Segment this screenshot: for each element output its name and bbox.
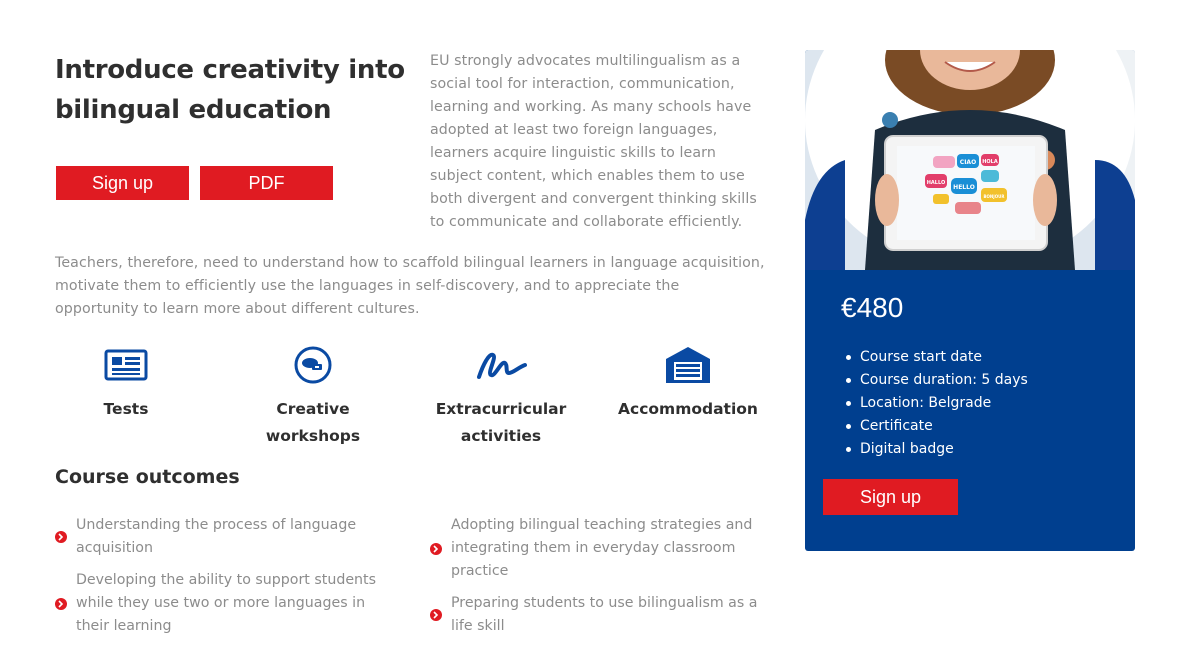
course-detail-item: Certificate (841, 415, 1028, 438)
course-outcomes-title: Course outcomes (55, 466, 240, 488)
outcome-item: Understanding the process of language ac… (55, 514, 385, 560)
course-detail-text: Certificate (860, 418, 933, 434)
course-details-list: Course start date Course duration: 5 day… (841, 346, 1028, 461)
course-detail-item: Course duration: 5 days (841, 369, 1028, 392)
garage-icon (613, 342, 763, 388)
outcome-text: Developing the ability to support studen… (76, 572, 377, 634)
chevron-right-icon (55, 597, 67, 610)
outcome-item: Adopting bilingual teaching strategies a… (430, 514, 770, 583)
course-price: €480 (841, 292, 904, 323)
course-detail-item: Location: Belgrade (841, 392, 1028, 415)
feature-creative-workshops: Creative workshops (238, 342, 388, 450)
bubble-text: HALLO (927, 180, 946, 186)
bullet-icon (846, 378, 851, 383)
feature-label: Accommodation (618, 400, 758, 418)
signup-button[interactable]: Sign up (56, 166, 189, 200)
bullet-icon (846, 401, 851, 406)
teachers-paragraph: Teachers, therefore, need to understand … (55, 255, 765, 317)
bubble-text: BONJOUR (983, 194, 1004, 199)
outcome-text: Preparing students to use bilingualism a… (451, 595, 758, 634)
feature-label: Creative workshops (265, 400, 361, 445)
course-price-card: CIAO HOLA HALLO HELLO BONJOUR €480 Cours… (805, 50, 1135, 551)
course-detail-text: Course duration: 5 days (860, 372, 1028, 388)
course-photo: CIAO HOLA HALLO HELLO BONJOUR (805, 50, 1135, 270)
outcome-item: Preparing students to use bilingualism a… (430, 592, 770, 638)
course-detail-item: Course start date (841, 346, 1028, 369)
bullet-icon (846, 447, 851, 452)
bullet-icon (846, 424, 851, 429)
card-signup-button[interactable]: Sign up (823, 479, 958, 515)
newspaper-icon (51, 342, 201, 388)
feature-label: Tests (103, 400, 149, 418)
bubble-text: HOLA (982, 159, 998, 165)
outcome-text: Understanding the process of language ac… (76, 517, 357, 556)
chevron-right-icon (430, 542, 442, 555)
bubble-text: HELLO (953, 184, 975, 191)
course-detail-text: Location: Belgrade (860, 395, 992, 411)
chevron-right-icon (55, 531, 67, 543)
page-title: Introduce creativity into bilingual educ… (55, 55, 405, 125)
intro-paragraph: EU strongly advocates multilingualism as… (430, 53, 757, 230)
signature-icon (426, 342, 576, 388)
feature-label: Extracurricular activities (435, 400, 567, 445)
feature-extracurricular-activities: Extracurricular activities (426, 342, 576, 450)
feature-accommodation: Accommodation (613, 342, 763, 423)
pdf-button[interactable]: PDF (200, 166, 333, 200)
chevron-right-icon (430, 609, 442, 621)
feature-tests: Tests (51, 342, 201, 423)
bullet-icon (846, 355, 851, 360)
outcome-text: Adopting bilingual teaching strategies a… (451, 517, 753, 579)
course-detail-item: Digital badge (841, 438, 1028, 461)
outcome-item: Developing the ability to support studen… (55, 569, 395, 638)
course-detail-text: Course start date (860, 349, 982, 365)
course-detail-text: Digital badge (860, 441, 954, 457)
bubble-text: CIAO (960, 159, 976, 166)
workshop-icon (238, 342, 388, 388)
